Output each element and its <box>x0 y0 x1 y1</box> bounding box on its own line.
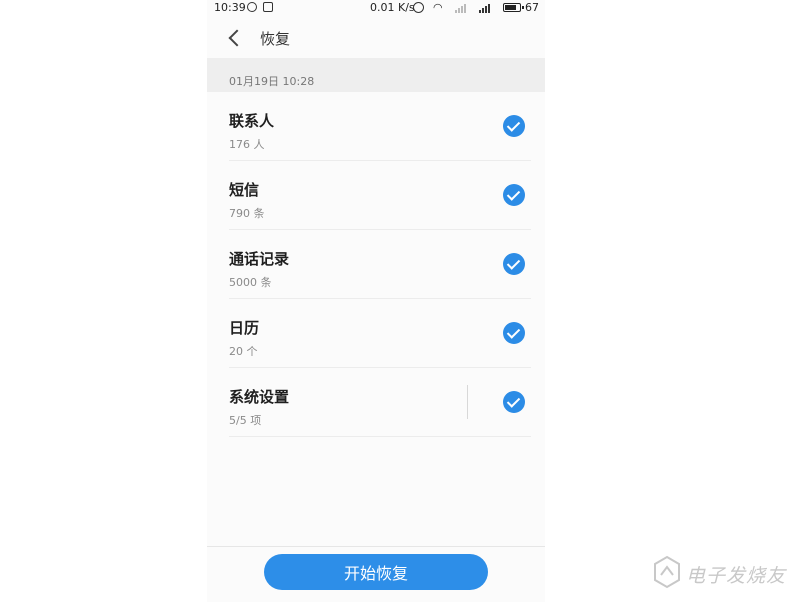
phone-screen: 10:39 0.01 K/s ◠ 67 恢复 01月19日 10:28 联系人 … <box>207 0 545 602</box>
item-title: 通话记录 <box>229 250 290 268</box>
battery-icon <box>503 3 524 12</box>
check-icon[interactable] <box>503 391 525 413</box>
check-icon[interactable] <box>503 253 525 275</box>
check-icon[interactable] <box>503 115 525 137</box>
status-bar: 10:39 0.01 K/s ◠ 67 <box>207 0 545 17</box>
item-title: 联系人 <box>229 112 275 130</box>
screenshot-page: 10:39 0.01 K/s ◠ 67 恢复 01月19日 10:28 联系人 … <box>0 0 796 602</box>
watermark: 电子发烧友 <box>652 553 792 593</box>
watermark-logo-icon <box>654 555 680 589</box>
list-item-system-settings[interactable]: 系统设置 5/5 项 <box>229 368 531 437</box>
item-title: 系统设置 <box>229 388 290 406</box>
alarm-icon <box>413 2 424 13</box>
notification-icon <box>247 2 257 12</box>
list-item-sms[interactable]: 短信 790 条 <box>229 161 531 230</box>
watermark-text: 电子发烧友 <box>686 565 787 587</box>
item-divider <box>467 385 468 419</box>
header-bar: 恢复 <box>207 18 545 58</box>
network-speed: 0.01 K/s <box>370 1 415 14</box>
check-icon[interactable] <box>503 184 525 206</box>
status-time: 10:39 <box>214 1 246 14</box>
item-title: 日历 <box>229 319 260 337</box>
item-count: 790 条 <box>229 207 265 220</box>
item-count: 20 个 <box>229 345 258 358</box>
restore-items-list: 联系人 176 人 短信 790 条 通话记录 5000 条 日历 20 个 系… <box>207 92 545 437</box>
page-title: 恢复 <box>260 30 291 48</box>
app-notification-icon <box>263 2 273 12</box>
start-restore-button[interactable]: 开始恢复 <box>264 554 488 590</box>
list-item-call-log[interactable]: 通话记录 5000 条 <box>229 230 531 299</box>
backup-date: 01月19日 10:28 <box>229 75 315 88</box>
bottom-action-bar: 开始恢复 <box>207 546 545 602</box>
item-count: 5/5 项 <box>229 414 262 427</box>
signal-icon-sim1 <box>455 3 466 13</box>
battery-level: 67 <box>525 1 539 14</box>
item-title: 短信 <box>229 181 260 199</box>
list-item-calendar[interactable]: 日历 20 个 <box>229 299 531 368</box>
wifi-icon: ◠ <box>433 1 443 14</box>
item-count: 176 人 <box>229 138 265 151</box>
back-icon[interactable] <box>228 29 246 47</box>
item-count: 5000 条 <box>229 276 272 289</box>
check-icon[interactable] <box>503 322 525 344</box>
list-item-contacts[interactable]: 联系人 176 人 <box>229 92 531 161</box>
signal-icon-sim2 <box>479 3 490 13</box>
backup-date-band: 01月19日 10:28 <box>207 58 545 92</box>
